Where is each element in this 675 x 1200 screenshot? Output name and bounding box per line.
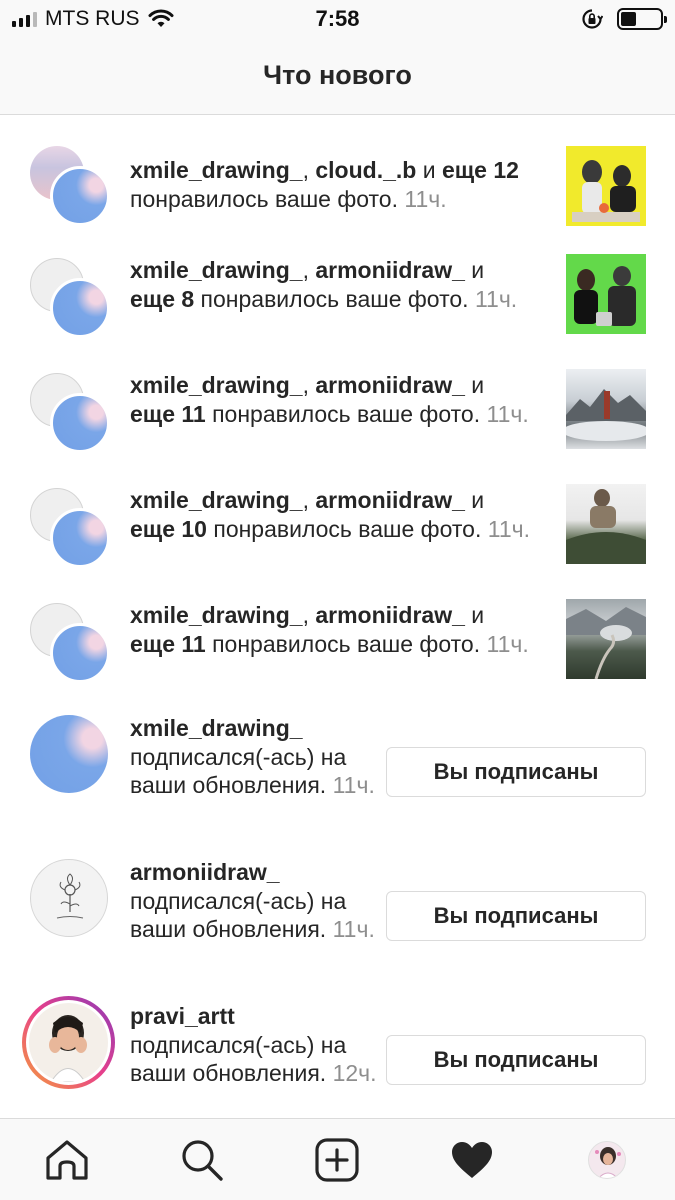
username-link[interactable]: xmile_drawing_ [130, 257, 303, 283]
username-link[interactable]: xmile_drawing_ [130, 487, 303, 513]
username-link[interactable]: armoniidraw_ [130, 859, 280, 885]
activity-item[interactable]: xmile_drawing_, armoniidraw_ и еще 8 пон… [0, 254, 675, 356]
username-link[interactable]: armoniidraw_ [315, 602, 465, 628]
username-link[interactable]: xmile_drawing_ [130, 715, 303, 741]
avatar-xmile-drawing[interactable] [50, 278, 110, 338]
username-link[interactable]: xmile_drawing_ [130, 372, 303, 398]
orientation-lock-icon [582, 9, 603, 29]
activity-item[interactable]: xmile_drawing_, cloud._.b и еще 12 понра… [0, 146, 675, 246]
more-users-link[interactable]: еще 8 [130, 286, 194, 312]
post-thumbnail[interactable] [566, 146, 646, 226]
status-right [581, 8, 667, 30]
username-link[interactable]: xmile_drawing_ [130, 157, 303, 183]
username-link[interactable]: armoniidraw_ [315, 487, 465, 513]
post-thumbnail[interactable] [566, 369, 646, 449]
avatar-xmile-drawing[interactable] [50, 166, 110, 226]
avatar-xmile-drawing[interactable] [50, 393, 110, 453]
post-image-icon [566, 489, 646, 564]
activity-time: 11ч. [332, 916, 375, 942]
illustrated-portrait-icon [49, 1015, 87, 1082]
activity-text: xmile_drawing_, cloud._.b и еще 12 понра… [130, 157, 519, 212]
avatar-xmile-drawing[interactable] [50, 508, 110, 568]
activity-time: 11ч. [474, 285, 518, 312]
username-link[interactable]: armoniidraw_ [315, 257, 465, 283]
post-image-icon [574, 266, 636, 326]
avatar-stack[interactable] [30, 373, 110, 453]
tab-bar [0, 1118, 675, 1200]
activity-item[interactable]: pravi_artt подписался(-ась) на ваши обно… [0, 996, 675, 1118]
avatar-stack[interactable] [30, 488, 110, 568]
flower-sketch-icon [56, 873, 84, 919]
username-link[interactable]: pravi_artt [130, 1003, 235, 1029]
activity-text: xmile_drawing_ подписался(-ась) на ваши … [130, 715, 375, 798]
activity-feed[interactable]: xmile_drawing_, cloud._.b и еще 12 понра… [0, 116, 675, 1118]
post-thumbnail[interactable] [566, 254, 646, 334]
tab-home[interactable] [44, 1137, 90, 1183]
profile-avatar-icon [595, 1147, 621, 1178]
avatar-armoniidraw[interactable] [30, 859, 108, 937]
tab-search[interactable] [179, 1137, 225, 1183]
page-title: Что нового [263, 60, 412, 90]
activity-item[interactable]: xmile_drawing_, armoniidraw_ и еще 11 по… [0, 599, 675, 701]
more-users-link[interactable]: еще 10 [130, 516, 207, 542]
heart-filled-icon [452, 1142, 492, 1178]
following-button[interactable]: Вы подписаны [386, 747, 646, 797]
activity-time: 11ч. [486, 630, 529, 657]
activity-header: Что нового [0, 40, 675, 115]
activity-time: 11ч. [404, 185, 447, 212]
post-image-icon [572, 160, 640, 222]
search-icon [182, 1140, 223, 1181]
following-button[interactable]: Вы подписаны [386, 1035, 646, 1085]
username-link[interactable]: xmile_drawing_ [130, 602, 303, 628]
activity-time: 12ч. [332, 1060, 377, 1086]
activity-text: armoniidraw_ подписался(-ась) на ваши об… [130, 859, 375, 942]
tab-activity[interactable] [449, 1137, 495, 1183]
activity-text: xmile_drawing_, armoniidraw_ и еще 8 пон… [130, 257, 518, 312]
activity-time: 11ч. [487, 515, 530, 542]
post-thumbnail[interactable] [566, 599, 646, 679]
battery-icon [617, 8, 667, 30]
post-image-icon [566, 389, 646, 441]
add-post-icon [315, 1138, 359, 1182]
status-time: 7:58 [315, 6, 360, 31]
activity-item[interactable]: xmile_drawing_, armoniidraw_ и еще 11 по… [0, 369, 675, 471]
username-link[interactable]: cloud._.b [315, 157, 416, 183]
activity-item[interactable]: xmile_drawing_, armoniidraw_ и еще 10 по… [0, 484, 675, 586]
avatar-stack[interactable] [30, 146, 110, 226]
username-link[interactable]: armoniidraw_ [315, 372, 465, 398]
status-bar: MTS RUS 7:58 [0, 0, 675, 40]
avatar-xmile-drawing[interactable] [50, 623, 110, 683]
activity-time: 11ч. [486, 400, 529, 427]
activity-text: xmile_drawing_, armoniidraw_ и еще 11 по… [130, 602, 529, 657]
avatar-stack[interactable] [30, 258, 110, 338]
more-users-link[interactable]: еще 11 [130, 631, 206, 657]
tab-add-post[interactable] [314, 1137, 360, 1183]
tab-profile-avatar[interactable] [588, 1141, 626, 1179]
activity-time: 11ч. [332, 772, 375, 798]
avatar-stack[interactable] [30, 603, 110, 683]
post-thumbnail[interactable] [566, 484, 646, 564]
avatar-pravi-artt[interactable] [29, 1003, 108, 1082]
following-button[interactable]: Вы подписаны [386, 891, 646, 941]
activity-text: xmile_drawing_, armoniidraw_ и еще 10 по… [130, 487, 530, 542]
more-users-link[interactable]: еще 11 [130, 401, 206, 427]
activity-text: pravi_artt подписался(-ась) на ваши обно… [130, 1003, 377, 1086]
home-icon [46, 1140, 88, 1180]
post-image-icon [566, 607, 646, 679]
avatar-xmile-drawing[interactable] [30, 715, 108, 793]
activity-text: xmile_drawing_, armoniidraw_ и еще 11 по… [130, 372, 529, 427]
activity-item[interactable]: armoniidraw_ подписался(-ась) на ваши об… [0, 858, 675, 978]
activity-item[interactable]: xmile_drawing_ подписался(-ась) на ваши … [0, 714, 675, 834]
more-users-link[interactable]: еще 12 [442, 157, 519, 183]
story-ring[interactable] [22, 996, 115, 1089]
